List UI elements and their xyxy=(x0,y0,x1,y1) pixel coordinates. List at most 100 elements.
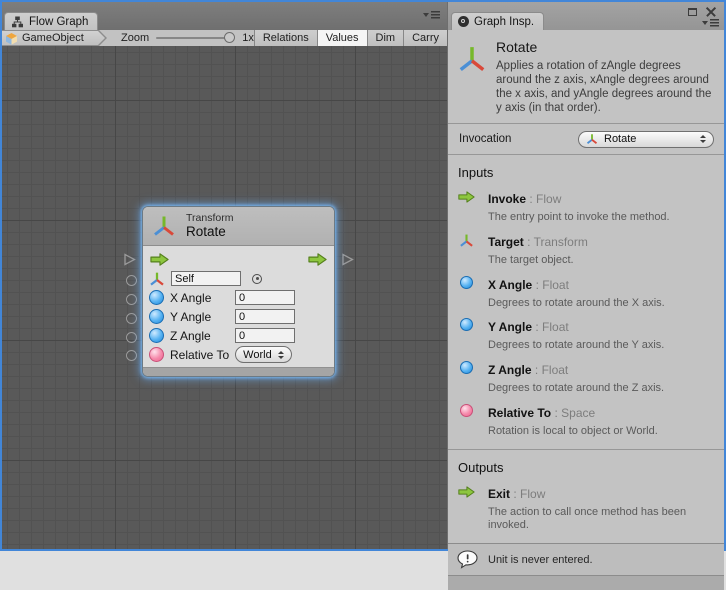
close-icon[interactable] xyxy=(706,7,716,17)
zoom-slider[interactable] xyxy=(156,30,235,46)
popup-arrows-icon xyxy=(278,351,284,359)
tab-graph-inspector[interactable]: Graph Insp. xyxy=(451,12,544,30)
carry-button[interactable]: Carry xyxy=(403,30,447,46)
zoom-slider-handle[interactable] xyxy=(224,32,235,43)
target-self-field[interactable] xyxy=(171,271,241,286)
z-angle-label: Z Angle xyxy=(170,329,235,343)
inspector-output-exit: Exit : Flow The action to call once meth… xyxy=(454,485,718,534)
port-description: The entry point to invoke the method. xyxy=(488,211,670,225)
invocation-label: Invocation xyxy=(459,133,511,145)
y-angle-label: Y Angle xyxy=(170,310,235,324)
tab-flow-graph[interactable]: Flow Graph xyxy=(4,12,98,30)
invocation-dropdown[interactable]: Rotate xyxy=(578,131,714,148)
inspector-input-z-angle: Z Angle : Float Degrees to rotate around… xyxy=(454,361,718,396)
float-port-icon[interactable] xyxy=(149,290,164,305)
node-footer xyxy=(143,367,334,376)
window-controls xyxy=(688,7,716,17)
space-port-icon[interactable] xyxy=(149,347,164,362)
transform-icon xyxy=(586,133,598,145)
x-angle-label: X Angle xyxy=(170,291,235,305)
port-description: The target object. xyxy=(488,254,588,268)
x-angle-field[interactable] xyxy=(235,290,295,305)
external-x-angle-port[interactable] xyxy=(126,294,137,305)
graph-canvas[interactable]: Transform Rotate xyxy=(2,46,447,549)
node-flow-row xyxy=(149,250,328,269)
flow-arrow-icon xyxy=(457,190,475,225)
node-relative-row: Relative To World xyxy=(149,345,328,364)
port-name: Invoke xyxy=(488,192,526,206)
port-name: Relative To xyxy=(488,406,551,420)
tab-graph-inspector-label: Graph Insp. xyxy=(474,16,534,28)
port-type: Flow xyxy=(536,192,561,206)
node-header[interactable]: Transform Rotate xyxy=(143,207,334,246)
zoom-slider-track xyxy=(156,37,227,39)
float-port-icon[interactable] xyxy=(149,328,164,343)
warning-bar: Unit is never entered. xyxy=(448,543,724,576)
node-category: Transform xyxy=(186,212,233,225)
caret-icon xyxy=(702,21,708,25)
port-description: Degrees to rotate around the Z axis. xyxy=(488,382,664,396)
inputs-section: Inputs Invoke : Flow The entry point to … xyxy=(448,155,724,449)
inspector-menu-icon[interactable] xyxy=(702,19,719,27)
exit-flow-port-icon[interactable] xyxy=(308,252,327,267)
external-y-angle-port[interactable] xyxy=(126,313,137,324)
caret-icon xyxy=(423,13,429,17)
graph-inspector-panel: Graph Insp. Rotate Applies a rotation of… xyxy=(447,2,724,549)
menu-lines-icon xyxy=(431,11,440,19)
breadcrumb-gameobject[interactable]: GameObject xyxy=(2,30,108,46)
external-z-angle-port[interactable] xyxy=(126,332,137,343)
warning-text: Unit is never entered. xyxy=(488,554,593,566)
unit-documentation: Rotate Applies a rotation of zAngle degr… xyxy=(448,30,724,124)
values-button[interactable]: Values xyxy=(317,30,367,46)
unit-description: Applies a rotation of zAngle degrees aro… xyxy=(496,59,712,115)
float-ball-icon xyxy=(457,276,475,311)
transform-icon xyxy=(457,233,475,268)
flow-arrow-icon xyxy=(457,485,475,534)
flow-graph-tabbar: Flow Graph xyxy=(2,2,447,30)
relative-to-dropdown[interactable]: World xyxy=(235,346,292,363)
inspector-input-y-angle: Y Angle : Float Degrees to rotate around… xyxy=(454,318,718,353)
external-flow-in-port[interactable] xyxy=(123,253,136,271)
port-type: Float xyxy=(542,320,569,334)
node-x-angle-row: X Angle xyxy=(149,288,328,307)
external-target-port[interactable] xyxy=(126,275,137,286)
node-transform-rotate[interactable]: Transform Rotate xyxy=(143,207,334,376)
relative-to-value: World xyxy=(243,349,272,361)
inspector-input-invoke: Invoke : Flow The entry point to invoke … xyxy=(454,190,718,225)
inspector-input-target: Target : Transform The target object. xyxy=(454,233,718,268)
zoom-label: Zoom xyxy=(121,32,149,44)
outputs-section: Outputs Exit : Flow The action to call o… xyxy=(448,449,724,544)
float-port-icon[interactable] xyxy=(149,309,164,324)
dim-button[interactable]: Dim xyxy=(367,30,404,46)
transform-icon xyxy=(457,43,487,75)
outputs-heading: Outputs xyxy=(458,460,718,475)
unity-window: Flow Graph GameObject Zoom 1x Relations … xyxy=(0,0,726,551)
port-type: Float xyxy=(542,363,569,377)
transform-port-icon[interactable] xyxy=(149,271,165,287)
relative-to-label: Relative To xyxy=(170,348,229,362)
toolbar-buttons: Relations Values Dim Carry xyxy=(254,30,447,46)
port-description: Rotation is local to object or World. xyxy=(488,425,658,439)
object-picker-icon[interactable] xyxy=(252,274,262,284)
port-name: X Angle xyxy=(488,278,532,292)
external-relative-port[interactable] xyxy=(126,350,137,361)
invocation-value: Rotate xyxy=(604,133,636,145)
float-ball-icon xyxy=(457,361,475,396)
space-ball-icon xyxy=(457,404,475,439)
port-type: Float xyxy=(542,278,569,292)
gameobject-cube-icon xyxy=(5,32,18,45)
y-angle-field[interactable] xyxy=(235,309,295,324)
menu-lines-icon xyxy=(710,19,719,27)
node-title: Rotate xyxy=(186,224,233,240)
inspector-input-x-angle: X Angle : Float Degrees to rotate around… xyxy=(454,276,718,311)
flow-panel-menu-icon[interactable] xyxy=(423,11,440,19)
external-flow-out-port[interactable] xyxy=(341,253,354,271)
port-name: Z Angle xyxy=(488,363,532,377)
port-type: Flow xyxy=(520,487,545,501)
graph-inspector-icon xyxy=(458,16,469,27)
relations-button[interactable]: Relations xyxy=(254,30,317,46)
maximize-icon[interactable] xyxy=(688,8,697,16)
invoke-flow-port-icon[interactable] xyxy=(150,252,169,267)
port-type: Space xyxy=(561,406,595,420)
z-angle-field[interactable] xyxy=(235,328,295,343)
